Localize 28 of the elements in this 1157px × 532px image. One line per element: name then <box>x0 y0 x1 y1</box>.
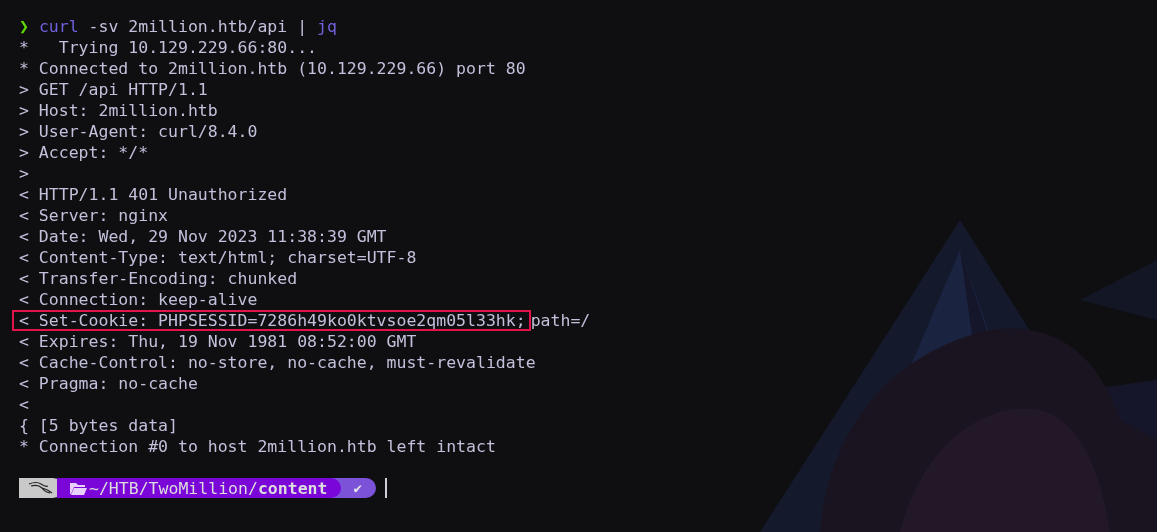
output-line: < Cache-Control: no-store, no-cache, must-revalidate <box>19 353 536 372</box>
output-line: > <box>19 164 29 183</box>
output-line: > Accept: */* <box>19 143 149 162</box>
command-name: curl <box>38 17 79 36</box>
output-line: * Connection #0 to host 2million.htb left intact <box>19 437 496 456</box>
command-args: -sv 2million.htb/api | <box>88 17 308 36</box>
output-line: < <box>19 395 29 414</box>
output-line: < Connection: keep-alive <box>19 290 258 309</box>
output-line: > User-Agent: curl/8.4.0 <box>19 122 258 141</box>
output-line: < HTTP/1.1 401 Unauthorized <box>19 185 288 204</box>
output-line: < Expires: Thu, 19 Nov 1981 08:52:00 GMT <box>19 332 417 351</box>
prompt-icon: ❯ <box>19 17 29 36</box>
path-text: ~/HTB/TwoMillion/content <box>89 477 328 499</box>
command-name: jq <box>317 17 337 36</box>
output-line: < Pragma: no-cache <box>19 374 198 393</box>
output-line: * Connected to 2million.htb (10.129.229.66) port 80 <box>19 59 526 78</box>
output-line: < Date: Wed, 29 Nov 2023 11:38:39 GMT <box>19 227 387 246</box>
folder-icon <box>69 480 87 496</box>
dragon-icon <box>28 481 54 495</box>
text-cursor <box>384 478 387 498</box>
output-line: { [5 bytes data] <box>19 416 178 435</box>
output-line: > GET /api HTTP/1.1 <box>19 80 208 99</box>
output-line: * Trying 10.129.229.66:80... <box>19 38 317 57</box>
output-line: < Server: nginx <box>19 206 168 225</box>
output-line: path=/ <box>530 311 591 330</box>
output-line: < Transfer-Encoding: chunked <box>19 269 298 288</box>
output-line: < Content-Type: text/html; charset=UTF-8 <box>19 248 417 267</box>
output-line: > Host: 2million.htb <box>19 101 218 120</box>
